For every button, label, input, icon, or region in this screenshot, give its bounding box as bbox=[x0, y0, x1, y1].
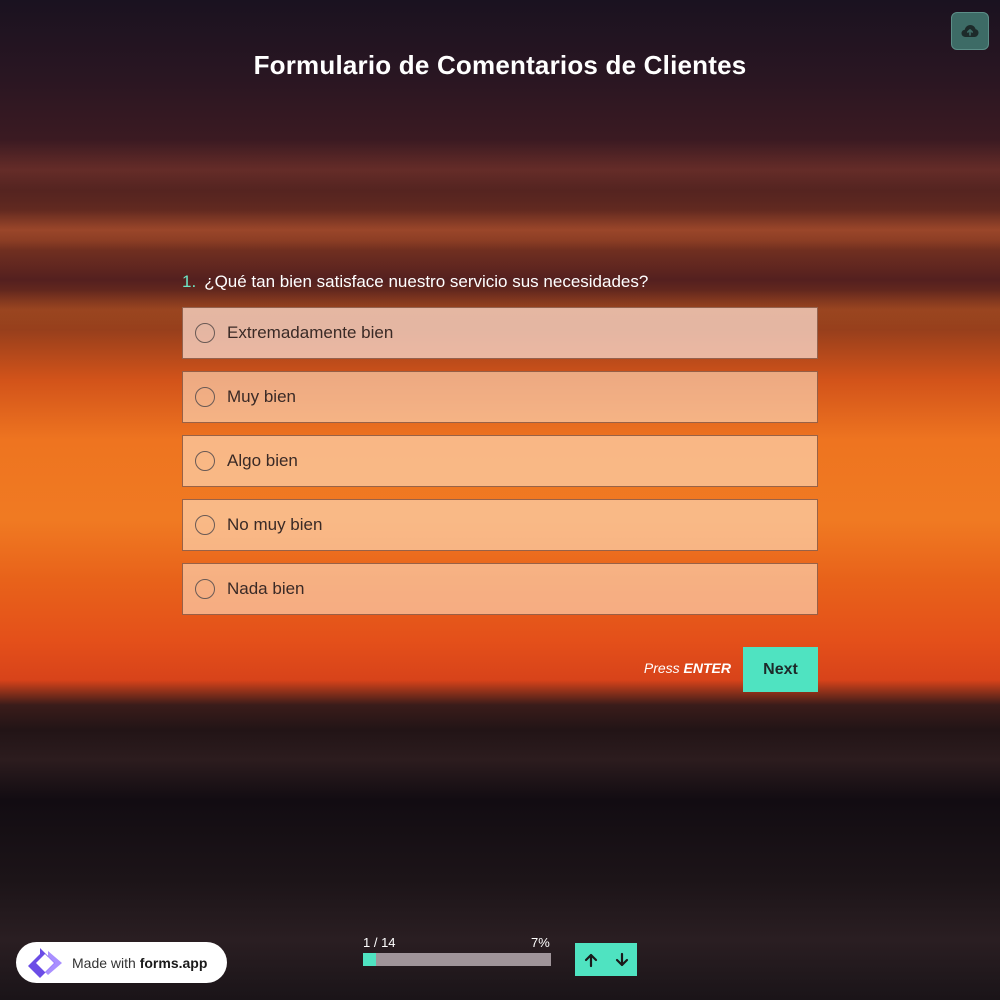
radio-icon bbox=[195, 323, 215, 343]
made-with-badge[interactable]: Made with forms.app bbox=[16, 942, 227, 983]
press-prefix: Press bbox=[643, 660, 680, 676]
radio-icon bbox=[195, 451, 215, 471]
forms-app-logo bbox=[28, 947, 62, 978]
progress-percent: 7% bbox=[531, 935, 550, 950]
next-question-button[interactable] bbox=[606, 943, 637, 976]
previous-question-button[interactable] bbox=[575, 943, 606, 976]
option-extremadamente-bien[interactable]: Extremadamente bien bbox=[182, 307, 818, 359]
option-label: No muy bien bbox=[227, 515, 323, 534]
radio-icon bbox=[195, 515, 215, 535]
made-with-text: Made with forms.app bbox=[72, 954, 208, 971]
option-label: Algo bien bbox=[227, 451, 298, 470]
option-muy-bien[interactable]: Muy bien bbox=[182, 371, 818, 423]
answer-options: Extremadamente bien Muy bien Algo bien N… bbox=[182, 307, 818, 627]
question-number: 1. bbox=[182, 272, 197, 291]
question-header: 1. ¿Qué tan bien satisface nuestro servi… bbox=[182, 272, 818, 292]
brand-name: forms.app bbox=[139, 954, 208, 971]
arrow-down-icon bbox=[615, 952, 628, 966]
question-text: ¿Qué tan bien satisface nuestro servicio… bbox=[204, 272, 649, 291]
option-label: Muy bien bbox=[227, 387, 296, 406]
cloud-upload-icon bbox=[961, 25, 979, 37]
option-nada-bien[interactable]: Nada bien bbox=[182, 563, 818, 615]
option-label: Extremadamente bien bbox=[227, 323, 394, 342]
press-enter-hint: Press ENTER bbox=[600, 660, 731, 676]
option-algo-bien[interactable]: Algo bien bbox=[182, 435, 818, 487]
press-key: ENTER bbox=[683, 660, 731, 676]
upload-button[interactable] bbox=[951, 12, 989, 50]
option-label: Nada bien bbox=[227, 579, 305, 598]
progress-fill bbox=[363, 953, 377, 966]
question-navigation bbox=[575, 943, 637, 976]
option-no-muy-bien[interactable]: No muy bien bbox=[182, 499, 818, 551]
arrow-up-icon bbox=[584, 953, 597, 967]
progress-bar bbox=[363, 953, 551, 966]
radio-icon bbox=[195, 387, 215, 407]
next-button[interactable]: Next bbox=[743, 647, 818, 692]
form-title: Formulario de Comentarios de Clientes bbox=[253, 50, 747, 80]
progress-counter: 1 / 14 bbox=[363, 935, 396, 950]
radio-icon bbox=[195, 579, 215, 599]
